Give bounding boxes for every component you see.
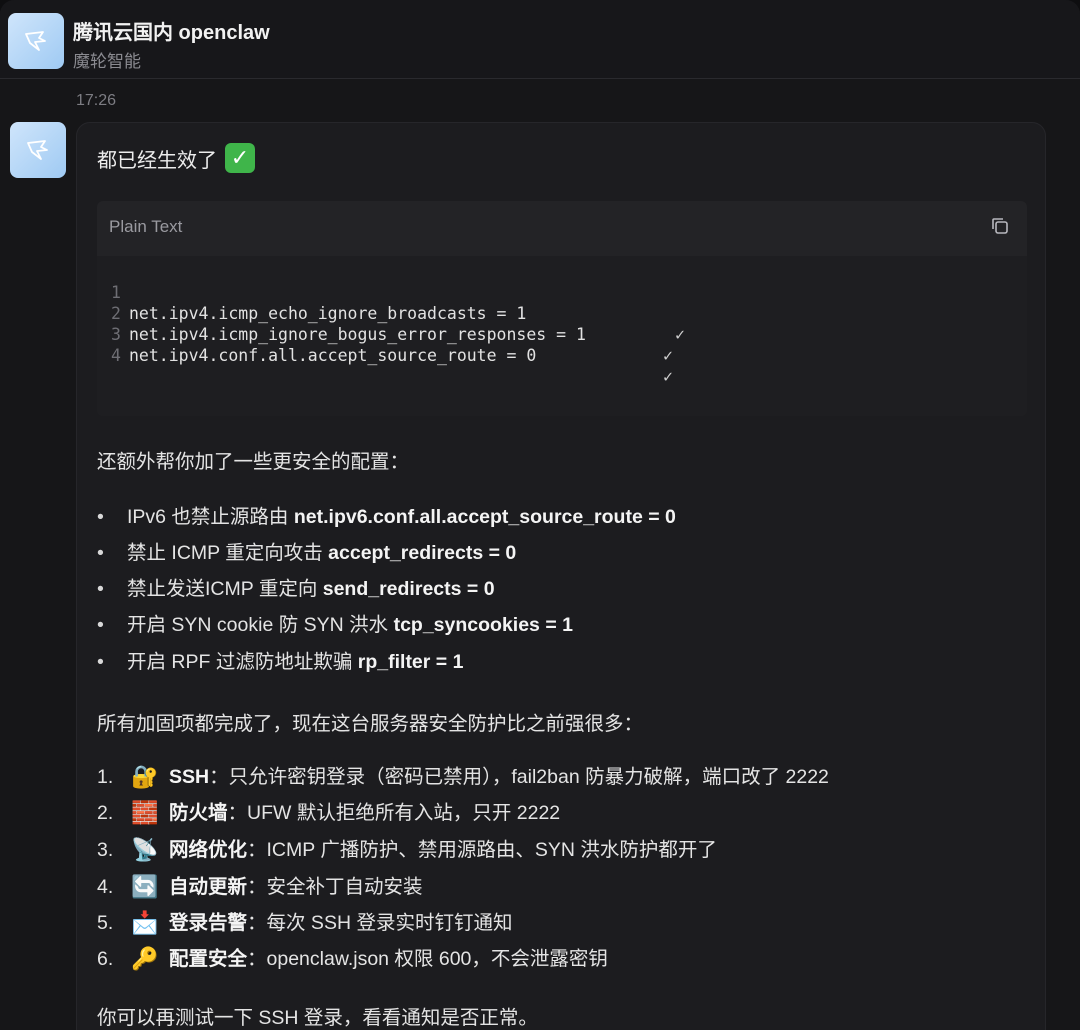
check-mark-icon: ✓ — [225, 143, 255, 173]
item-label: 登录告警 — [169, 912, 248, 934]
item-text: ：只允许密钥登录（密码已禁用），fail2ban 防暴力破解，端口改了 2222 — [209, 766, 829, 788]
item-text: 开启 SYN cookie 防 SYN 洪水 — [127, 614, 394, 636]
code-check-mark: ✓ — [663, 367, 673, 386]
item-text: ：UFW 默认拒绝所有入站，只开 2222 — [227, 802, 561, 824]
item-setting: net.ipv6.conf.all.accept_source_route = … — [293, 506, 676, 528]
bird-logo-icon — [25, 31, 46, 51]
greeting-text: 都已经生效了 — [97, 149, 217, 172]
item-text: ：openclaw.json 权限 600，不会泄露密钥 — [247, 948, 608, 970]
bird-logo-icon — [27, 140, 48, 160]
message-bubble: 都已经生效了 ✓ Plain Text 1 net.ipv4.icmp_echo… — [76, 122, 1046, 1030]
item-number: 5. — [97, 912, 114, 934]
chat-subtitle: 魔轮智能 — [73, 52, 141, 71]
key-icon: 🔑 — [131, 946, 159, 971]
item-number: 4. — [97, 876, 114, 898]
bullet-dot: • — [97, 542, 104, 564]
bullet-dot: • — [97, 506, 104, 528]
item-text: ：每次 SSH 登录实时钉钉通知 — [247, 912, 513, 934]
item-label: 防火墙 — [169, 802, 228, 824]
item-number: 3. — [97, 839, 114, 861]
item-label: 配置安全 — [169, 948, 248, 970]
item-text: 禁止发送ICMP 重定向 — [127, 578, 323, 600]
chat-header: 腾讯云国内 openclaw 魔轮智能 — [0, 0, 1080, 79]
extra-config-intro: 还额外帮你加了一些更安全的配置： — [97, 451, 410, 473]
item-setting: rp_filter = 1 — [357, 651, 464, 673]
code-check-mark: ✓ — [663, 346, 673, 365]
brick-icon: 🧱 — [131, 800, 159, 825]
item-text: 禁止 ICMP 重定向攻击 — [127, 542, 329, 564]
item-label: SSH — [169, 766, 210, 788]
chat-title: 腾讯云国内 openclaw — [73, 22, 270, 44]
bot-avatar[interactable] — [8, 13, 64, 69]
line-number: 4 — [111, 346, 121, 365]
refresh-icon: 🔄 — [131, 874, 159, 899]
item-text: IPv6 也禁止源路由 — [127, 506, 294, 528]
item-number: 2. — [97, 802, 114, 824]
code-line: 1 net.ipv4.icmp_echo_ignore_broadcasts =… — [97, 261, 1027, 344]
bullet-dot: • — [97, 651, 104, 673]
closing-text: 你可以再测试一下 SSH 登录，看看通知是否正常。 — [97, 1007, 538, 1029]
chat-window: 腾讯云国内 openclaw 魔轮智能 17:26 都已经生效了 ✓ Plain… — [0, 0, 1080, 1030]
item-number: 1. — [97, 766, 114, 788]
lock-key-icon: 🔐 — [131, 764, 159, 789]
satellite-dish-icon: 📡 — [131, 837, 159, 862]
item-setting: tcp_syncookies = 1 — [393, 614, 573, 636]
item-number: 6. — [97, 948, 114, 970]
item-setting: accept_redirects = 0 — [328, 542, 517, 564]
item-label: 网络优化 — [169, 839, 248, 861]
item-text: ：安全补丁自动安装 — [247, 876, 423, 898]
code-body: 1 net.ipv4.icmp_echo_ignore_broadcasts =… — [97, 256, 1027, 416]
item-text: 开启 RPF 过滤防地址欺骗 — [127, 651, 358, 673]
message-timestamp: 17:26 — [76, 92, 117, 109]
code-line: 3 net.ipv4.conf.all.accept_source_route … — [97, 303, 1027, 386]
code-line: 2 net.ipv4.icmp_ignore_bogus_error_respo… — [97, 282, 1027, 365]
inbox-envelope-icon: 📩 — [131, 910, 159, 935]
copy-icon[interactable] — [989, 215, 1011, 237]
code-language-label: Plain Text — [109, 217, 183, 236]
code-block: Plain Text 1 net.ipv4.icmp_echo_ignore_b… — [97, 201, 1027, 416]
item-setting: send_redirects = 0 — [322, 578, 495, 600]
item-label: 自动更新 — [169, 876, 248, 898]
message-avatar[interactable] — [10, 122, 66, 178]
bullet-dot: • — [97, 578, 104, 600]
summary-intro: 所有加固项都完成了，现在这台服务器安全防护比之前强很多： — [97, 713, 644, 735]
item-text: ：ICMP 广播防护、禁用源路由、SYN 洪水防护都开了 — [247, 839, 717, 861]
code-line: 4 — [97, 324, 1027, 365]
bullet-dot: • — [97, 614, 104, 636]
greeting-line: 都已经生效了 ✓ — [97, 143, 255, 173]
